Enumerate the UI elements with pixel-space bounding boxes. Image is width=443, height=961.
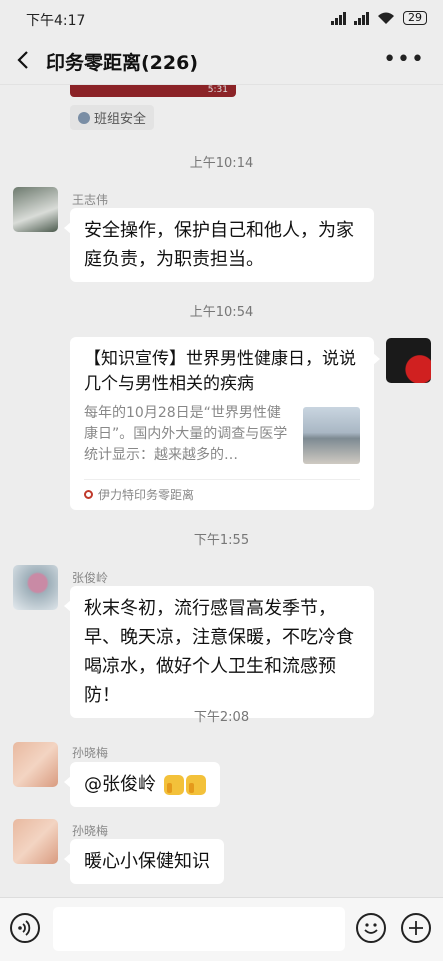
article-description: 每年的10月28日是“世界男性健康日”。国内外大量的调查与医学统计显示：越来越多… bbox=[84, 405, 288, 463]
status-icons: 29 bbox=[331, 11, 427, 25]
signal-icon bbox=[331, 11, 346, 25]
emoji-icon[interactable] bbox=[356, 913, 386, 943]
sender-name: 张俊岭 bbox=[72, 571, 109, 585]
avatar[interactable] bbox=[13, 565, 58, 610]
sender-name: 王志伟 bbox=[72, 193, 109, 207]
article-card[interactable]: 【知识宣传】世界男性健康日，说说几个与男性相关的疾病 每年的10月28日是“世界… bbox=[70, 337, 380, 510]
thumbs-up-emojis bbox=[164, 775, 206, 795]
thumbs-up-icon bbox=[164, 775, 184, 795]
signal-icon bbox=[354, 11, 369, 25]
timestamp: 上午10:14 bbox=[189, 156, 254, 171]
sender-name: 孙晓梅 bbox=[72, 824, 109, 838]
input-bar bbox=[0, 897, 443, 961]
article-card-partial[interactable]: 5:31 bbox=[70, 85, 236, 97]
voice-icon[interactable] bbox=[10, 913, 40, 943]
chat-header: 印务零距离(226) ••• bbox=[0, 38, 443, 85]
message-bubble[interactable]: 秋末冬初，流行感冒高发季节，早、晚天凉，注意保暖，不吃冷食喝凉水，做好个人卫生和… bbox=[64, 586, 374, 718]
timestamp: 下午2:08 bbox=[193, 710, 250, 725]
message-bubble[interactable]: @张俊岭 bbox=[64, 762, 220, 807]
card-tag: 5:31 bbox=[207, 85, 228, 95]
thumbs-up-icon bbox=[186, 775, 206, 795]
timestamp: 上午10:54 bbox=[189, 305, 254, 320]
status-bar: 下午4:17 29 bbox=[0, 0, 443, 38]
source-logo-icon bbox=[84, 490, 93, 499]
sender-name: 孙晓梅 bbox=[72, 746, 109, 760]
message-list[interactable]: 5:31 班组安全 上午10:14 王志伟 安全操作，保护自己和他人，为家庭负责… bbox=[0, 85, 443, 897]
divider bbox=[84, 479, 360, 480]
mention-text: @张俊岭 bbox=[84, 774, 156, 795]
avatar[interactable] bbox=[13, 742, 58, 787]
add-icon[interactable] bbox=[401, 913, 431, 943]
avatar[interactable] bbox=[13, 819, 58, 864]
article-source-name: 伊力特印务零距离 bbox=[98, 488, 195, 502]
wifi-icon bbox=[378, 12, 394, 24]
timestamp: 下午1:55 bbox=[193, 533, 250, 548]
source-icon bbox=[78, 111, 90, 124]
avatar-self[interactable] bbox=[386, 338, 431, 383]
article-source: 伊力特印务零距离 bbox=[84, 486, 194, 503]
source-label: 班组安全 bbox=[94, 112, 147, 127]
battery-icon: 29 bbox=[403, 11, 427, 25]
message-input[interactable] bbox=[53, 907, 345, 951]
article-source-tag[interactable]: 班组安全 bbox=[70, 105, 155, 130]
chat-title: 印务零距离(226) bbox=[46, 52, 199, 74]
status-time: 下午4:17 bbox=[26, 13, 86, 29]
message-bubble[interactable]: 暖心小保健知识 bbox=[64, 839, 224, 884]
article-thumbnail bbox=[303, 407, 360, 464]
more-icon[interactable]: ••• bbox=[383, 48, 425, 72]
back-icon[interactable] bbox=[12, 48, 36, 72]
message-bubble[interactable]: 安全操作，保护自己和他人，为家庭负责，为职责担当。 bbox=[64, 208, 374, 282]
avatar[interactable] bbox=[13, 187, 58, 232]
article-title: 【知识宣传】世界男性健康日，说说几个与男性相关的疾病 bbox=[84, 349, 356, 394]
